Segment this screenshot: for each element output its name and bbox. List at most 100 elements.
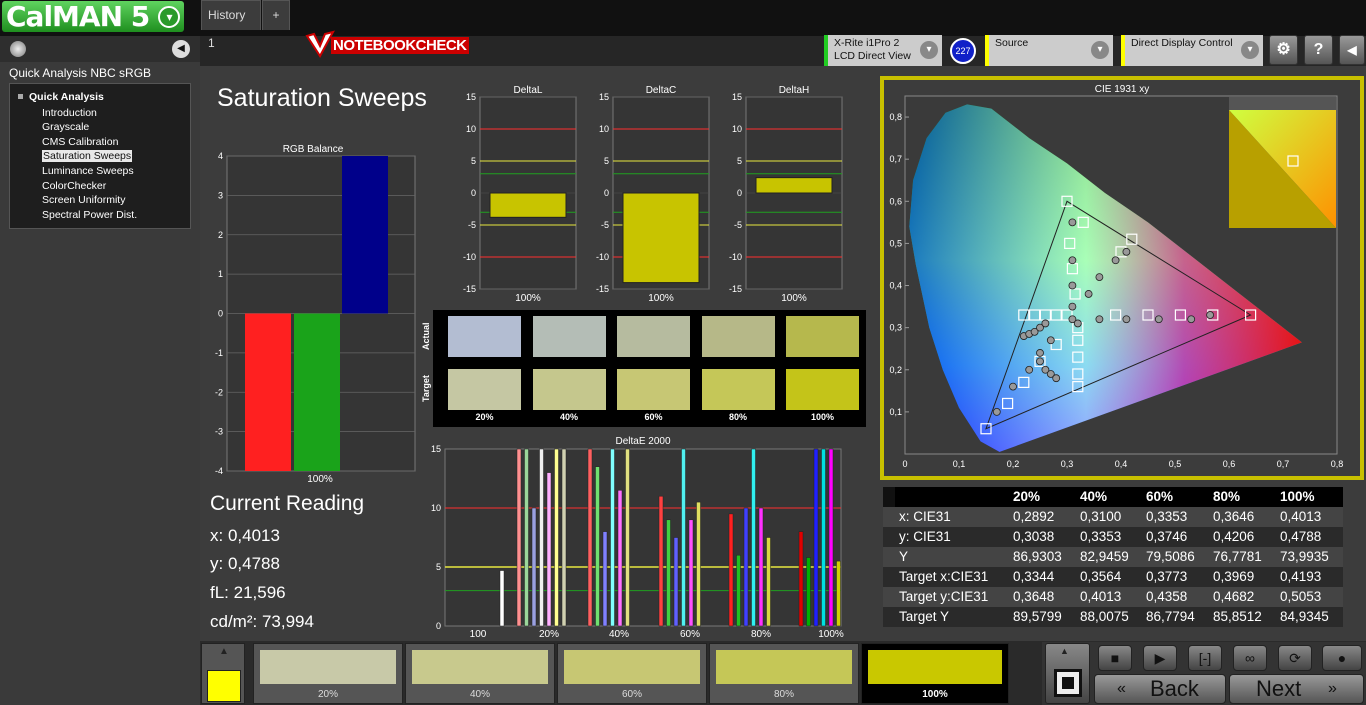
current-color-swatch xyxy=(207,670,241,702)
cie-measured-point xyxy=(1036,357,1044,366)
cie-xtick-label: 0,3 xyxy=(1061,459,1074,469)
table-header-cell: 100% xyxy=(1280,489,1315,504)
source-selector[interactable]: Source ▾ xyxy=(985,35,1113,66)
collapse-sidebar-icon[interactable]: ◀ xyxy=(172,40,190,58)
rgb-tick-label: -4 xyxy=(215,466,223,476)
table-row-label: Target y:CIE31 xyxy=(899,589,989,604)
tree-item-colorchecker[interactable]: ColorChecker xyxy=(42,180,106,192)
settings-button[interactable]: ⚙ xyxy=(1269,35,1298,65)
table-cell: 0,4206 xyxy=(1213,529,1255,544)
target-label: Target xyxy=(421,375,431,402)
tree-expand-icon[interactable] xyxy=(18,94,23,99)
tab-history-1[interactable]: History 1 xyxy=(201,0,261,50)
cie-title: CIE 1931 xy xyxy=(1095,84,1149,95)
continuous-button[interactable]: ∞ xyxy=(1233,645,1267,671)
display-dropdown-icon[interactable]: ▾ xyxy=(1241,41,1259,59)
table-cell: 0,3100 xyxy=(1080,509,1122,524)
table-cell: 0,4358 xyxy=(1146,589,1188,604)
swatch-label: 40% xyxy=(559,412,578,422)
rgb-bar-g xyxy=(294,313,340,471)
delta-tick-label: 0 xyxy=(471,188,476,198)
current-color-button[interactable]: ▲ xyxy=(201,643,245,704)
tree-root[interactable]: Quick Analysis xyxy=(29,91,104,103)
record-button[interactable]: ● xyxy=(1322,645,1362,671)
deltae-xlabel: 100% xyxy=(818,629,844,640)
meter-dropdown-icon[interactable]: ▾ xyxy=(920,41,938,59)
play-button[interactable]: ▶ xyxy=(1143,645,1177,671)
patch-button-60pct[interactable]: 60% xyxy=(557,643,707,704)
add-tab-button[interactable]: + xyxy=(262,0,290,30)
calman-logo[interactable]: CalMAN 5 ▾ xyxy=(2,1,184,32)
rgb-tick-label: -2 xyxy=(215,387,223,397)
logo-dropdown-icon[interactable]: ▾ xyxy=(158,6,180,28)
source-dropdown-icon[interactable]: ▾ xyxy=(1091,41,1109,59)
tree-item-luminance-sweeps[interactable]: Luminance Sweeps xyxy=(42,165,134,177)
patch-button-40pct[interactable]: 40% xyxy=(405,643,555,704)
table-cell: 76,7781 xyxy=(1213,549,1262,564)
reading-cdm2: cd/m²: 73,994 xyxy=(210,612,314,631)
deltae-bar xyxy=(798,531,804,627)
tree-item-cms-calibration[interactable]: CMS Calibration xyxy=(42,136,118,148)
display-control-label: Direct Display Control xyxy=(1131,37,1233,49)
delta-xlabel: 100% xyxy=(515,293,541,304)
display-control-selector[interactable]: Direct Display Control ▾ xyxy=(1121,35,1263,66)
deltae-bar xyxy=(658,495,664,627)
cie-measured-point xyxy=(1154,315,1163,324)
deltae-bar xyxy=(806,557,811,627)
up-arrow-icon[interactable]: ▲ xyxy=(216,646,232,658)
deltae-bar xyxy=(758,507,764,627)
delta-tick-label: 0 xyxy=(737,188,742,198)
patch-button-20pct[interactable]: 20% xyxy=(253,643,403,704)
delta-tick-label: -5 xyxy=(601,220,609,230)
tree-item-introduction[interactable]: Introduction xyxy=(42,107,97,119)
delta-tick-label: 0 xyxy=(604,188,609,198)
table-cell: 85,8512 xyxy=(1213,609,1262,624)
deltae-bar xyxy=(736,554,741,627)
deltae-bar xyxy=(751,448,756,627)
deltae-bar xyxy=(554,448,559,627)
pin-icon[interactable] xyxy=(10,41,26,57)
next-button[interactable]: Next » xyxy=(1229,674,1364,704)
stop-big-button[interactable]: ▲ xyxy=(1045,643,1090,704)
table-cell: 0,4682 xyxy=(1213,589,1255,604)
tree-item-spectral-power[interactable]: Spectral Power Dist. xyxy=(42,209,137,221)
delta-xlabel: 100% xyxy=(781,293,807,304)
cie-ytick-label: 0,7 xyxy=(889,154,902,164)
table-cell: 0,4788 xyxy=(1280,529,1322,544)
patch-label: 40% xyxy=(469,689,490,700)
delta-tick-label: 15 xyxy=(599,92,609,102)
cie-chart: CIE 1931 xy 0,8 0,7 0,6 0,5 0,4 0,3 0,2 0,1 0 0,1… xyxy=(889,84,1344,469)
actual-label: Actual xyxy=(421,322,431,350)
refresh-button[interactable]: ⟳ xyxy=(1278,645,1312,671)
tree-item-screen-uniformity[interactable]: Screen Uniformity xyxy=(42,194,125,206)
cie-xtick-label: 0,4 xyxy=(1115,459,1128,469)
patch-button-80pct[interactable]: 80% xyxy=(709,643,859,704)
table-cell: 0,4193 xyxy=(1280,569,1322,584)
read-series-button[interactable]: [-] xyxy=(1188,645,1222,671)
table-row: Target x:CIE31 0,3344 0,3564 0,3773 0,3969 0,… xyxy=(883,567,1343,587)
deltae-bar xyxy=(625,448,630,627)
rgb-balance-chart: RGB Balance 4 3 2 1 0 -1 -2 -3 -4 100% xyxy=(215,144,416,485)
cie-measured-point xyxy=(1073,319,1082,328)
patch-button-100pct[interactable]: 100% xyxy=(861,643,1009,704)
collapse-panel-button[interactable]: ◀ xyxy=(1339,35,1365,65)
up-arrow-icon[interactable]: ▲ xyxy=(1060,646,1069,656)
tree-item-grayscale[interactable]: Grayscale xyxy=(42,121,89,133)
table-cell: 0,4013 xyxy=(1280,509,1322,524)
cie-xtick-label: 0,8 xyxy=(1331,459,1344,469)
rgb-tick-label: 1 xyxy=(218,269,223,279)
deltae-tick-label: 5 xyxy=(436,562,441,572)
target-swatch xyxy=(448,369,521,410)
patch-label: 60% xyxy=(621,689,642,700)
stop-button[interactable]: ■ xyxy=(1098,645,1132,671)
tree-item-saturation-sweeps[interactable]: Saturation Sweeps xyxy=(42,150,133,162)
cie-measured-point xyxy=(1068,218,1077,227)
reading-fl: fL: 21,596 xyxy=(210,583,286,602)
cie-measured-point xyxy=(1122,247,1131,256)
meter-selector[interactable]: X-Rite i1Pro 2 LCD Direct View ▾ xyxy=(824,35,942,66)
delta-tick-label: 10 xyxy=(599,124,609,134)
cie-measured-point xyxy=(1095,273,1104,282)
cie-xtick-label: 0,6 xyxy=(1223,459,1236,469)
help-button[interactable]: ? xyxy=(1304,35,1333,65)
back-button[interactable]: « Back xyxy=(1094,674,1226,704)
